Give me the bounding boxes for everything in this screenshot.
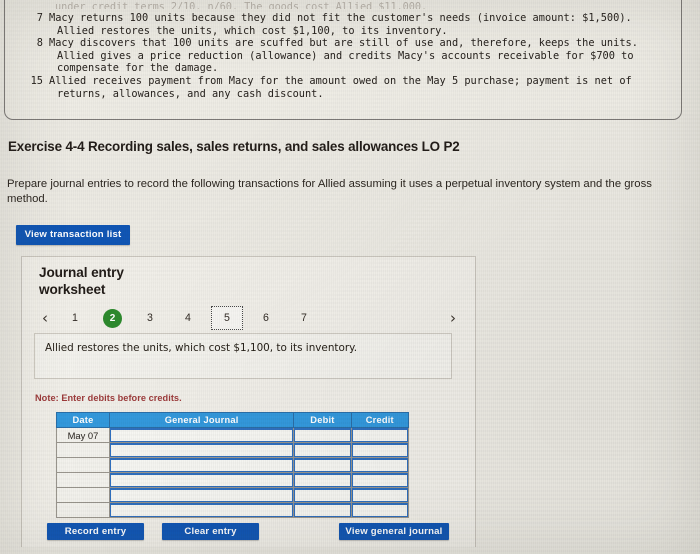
pager-prev-icon[interactable]: ‹ [34, 310, 56, 326]
table-header-row: Date General Journal Debit Credit [56, 412, 410, 428]
worksheet-title-line2: worksheet [39, 281, 106, 297]
column-header-credit: Credit [350, 412, 410, 428]
general-journal-table: Date General Journal Debit Credit May 07 [56, 412, 410, 518]
transaction-line: returns, allowances, and any cash discou… [57, 87, 324, 100]
credit-input[interactable] [351, 458, 408, 472]
column-header-general-journal: General Journal [108, 412, 295, 428]
credit-input[interactable] [351, 488, 408, 502]
general-journal-input[interactable] [109, 428, 294, 442]
transaction-line: Macy discovers that 100 units are scuffe… [49, 37, 638, 50]
general-journal-input[interactable] [109, 488, 294, 502]
pager-page-5[interactable]: 5 [211, 306, 243, 330]
debit-input[interactable] [294, 488, 351, 502]
pager-page-3[interactable]: 3 [135, 307, 165, 329]
credit-input[interactable] [351, 443, 408, 457]
transaction-item: 8 Macy discovers that 100 units are scuf… [23, 37, 671, 75]
credit-cell[interactable] [350, 442, 410, 458]
pager-page-2[interactable]: 2 [103, 308, 122, 328]
debit-cell[interactable] [293, 487, 352, 503]
transaction-text: Macy returns 100 units because they did … [49, 12, 671, 37]
debit-input[interactable] [294, 503, 351, 517]
debit-cell[interactable] [293, 442, 352, 458]
transaction-description-box: Allied restores the units, which cost $1… [34, 333, 452, 379]
table-row [56, 442, 410, 458]
table-row [56, 502, 410, 518]
debit-input[interactable] [294, 473, 351, 487]
journal-entry-worksheet-panel: Journal entry worksheet ‹ 1 2 3 4 5 6 7 … [21, 256, 476, 547]
column-header-date: Date [56, 412, 110, 428]
transaction-text: Allied receives payment from Macy for th… [49, 75, 671, 100]
general-journal-cell[interactable] [108, 472, 295, 488]
debit-cell[interactable] [293, 427, 352, 443]
pager-page-7[interactable]: 7 [289, 307, 319, 329]
table-row [56, 472, 410, 488]
transaction-day: 8 [36, 37, 43, 50]
record-entry-button[interactable]: Record entry [47, 523, 144, 540]
worksheet-title-line1: Journal entry [39, 265, 124, 280]
transaction-line: compensate for the damage. [57, 62, 219, 75]
debit-input[interactable] [294, 428, 351, 442]
general-journal-cell[interactable] [108, 442, 295, 458]
table-row [56, 487, 410, 503]
general-journal-input[interactable] [109, 458, 294, 472]
general-journal-cell[interactable] [108, 487, 295, 503]
transaction-line: Allied restores the units, which cost $1… [57, 24, 448, 37]
view-general-journal-button[interactable]: View general journal [339, 523, 449, 540]
transaction-item: 7 Macy returns 100 units because they di… [23, 12, 671, 37]
credit-cell[interactable] [350, 427, 410, 443]
credit-cell[interactable] [350, 502, 410, 518]
pager-next-icon[interactable]: › [442, 310, 464, 326]
transaction-list-box: under credit terms 2/10, n/60. The goods… [4, 0, 682, 120]
general-journal-cell[interactable] [108, 457, 295, 473]
debit-input[interactable] [294, 458, 351, 472]
transaction-line: Allied gives a price reduction (allowanc… [57, 49, 634, 62]
credit-input[interactable] [351, 503, 408, 517]
cut-off-transaction-line: under credit terms 2/10, n/60. The goods… [55, 1, 428, 9]
date-cell[interactable] [56, 472, 110, 488]
transaction-text: Macy discovers that 100 units are scuffe… [49, 37, 671, 75]
date-cell[interactable]: May 07 [56, 427, 110, 443]
date-cell[interactable] [56, 442, 110, 458]
credit-cell[interactable] [350, 487, 410, 503]
pager-page-1[interactable]: 1 [60, 307, 90, 329]
table-row: May 07 [56, 427, 410, 443]
pager-page-4[interactable]: 4 [173, 307, 203, 329]
worksheet-title: Journal entry worksheet [39, 265, 124, 298]
worksheet-pager: ‹ 1 2 3 4 5 6 7 › [34, 305, 464, 331]
general-journal-input[interactable] [109, 503, 294, 517]
view-transaction-list-button[interactable]: View transaction list [16, 225, 130, 245]
transaction-line: Macy returns 100 units because they did … [49, 12, 632, 24]
exercise-instructions: Prepare journal entries to record the fo… [7, 178, 652, 205]
page-title: Exercise 4-4 Recording sales, sales retu… [8, 139, 460, 154]
transaction-day: 15 [30, 74, 43, 87]
general-journal-input[interactable] [109, 443, 294, 457]
transaction-description-text: Allied restores the units, which cost $1… [45, 342, 358, 354]
credit-cell[interactable] [350, 457, 410, 473]
table-row [56, 457, 410, 473]
transaction-item: 15 Allied receives payment from Macy for… [23, 75, 671, 100]
credit-cell[interactable] [350, 472, 410, 488]
debit-cell[interactable] [293, 502, 352, 518]
pager-page-6[interactable]: 6 [251, 307, 281, 329]
column-header-debit: Debit [293, 412, 352, 428]
credit-input[interactable] [351, 473, 408, 487]
date-cell[interactable] [56, 502, 110, 518]
debits-before-credits-note: Note: Enter debits before credits. [35, 393, 182, 403]
date-cell[interactable] [56, 487, 110, 503]
credit-input[interactable] [351, 428, 408, 442]
transaction-day: 7 [36, 12, 43, 24]
clear-entry-button[interactable]: Clear entry [162, 523, 259, 540]
transaction-line: Allied receives payment from Macy for th… [49, 74, 632, 87]
debit-cell[interactable] [293, 472, 352, 488]
transaction-list: under credit terms 2/10, n/60. The goods… [23, 1, 671, 100]
date-cell[interactable] [56, 457, 110, 473]
debit-cell[interactable] [293, 457, 352, 473]
general-journal-input[interactable] [109, 473, 294, 487]
general-journal-cell[interactable] [108, 427, 295, 443]
general-journal-cell[interactable] [108, 502, 295, 518]
debit-input[interactable] [294, 443, 351, 457]
